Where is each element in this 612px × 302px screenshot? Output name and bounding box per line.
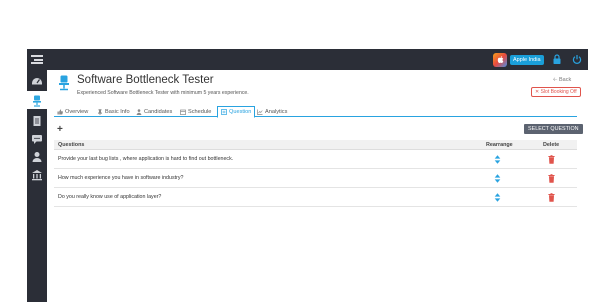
trash-icon[interactable] bbox=[548, 193, 555, 202]
tab-label: Candidates bbox=[144, 108, 173, 115]
question-text: Provide your last bug lists , where appl… bbox=[58, 156, 234, 162]
tab-label: Overview bbox=[65, 108, 89, 115]
question-text: How much experience you have in software… bbox=[58, 175, 184, 181]
bank-icon[interactable] bbox=[31, 169, 43, 181]
trash-icon[interactable] bbox=[548, 155, 555, 164]
power-icon[interactable] bbox=[572, 54, 582, 65]
tab-bar: Overview Basic Info Candidates Schedule … bbox=[54, 106, 577, 118]
company-logo bbox=[493, 52, 507, 67]
times-icon: ✕ bbox=[535, 89, 540, 95]
column-header-questions: Questions bbox=[58, 142, 85, 148]
chair-icon bbox=[59, 75, 69, 91]
person-icon bbox=[136, 108, 142, 115]
page-title: Software Bottleneck Tester bbox=[77, 74, 214, 86]
dashboard-icon[interactable] bbox=[31, 75, 43, 87]
trash-icon[interactable] bbox=[548, 174, 555, 183]
list-icon bbox=[221, 109, 227, 115]
table-header: Questions Rearrange Delete bbox=[54, 140, 577, 150]
chart-icon bbox=[257, 109, 263, 115]
chat-icon[interactable] bbox=[31, 133, 43, 145]
sort-icon[interactable] bbox=[494, 155, 501, 164]
sort-icon[interactable] bbox=[494, 193, 501, 202]
slot-booking-badge[interactable]: ✕ Slot Booking Off bbox=[531, 87, 581, 97]
chair-icon bbox=[33, 95, 41, 107]
table-row: Provide your last bug lists , where appl… bbox=[54, 150, 577, 169]
lock-icon[interactable] bbox=[552, 54, 562, 65]
arrow-left-icon: 🡠 bbox=[553, 77, 558, 83]
tab-label: Analytics bbox=[265, 108, 288, 115]
app-frame: Apple India Software Bottleneck Tester E… bbox=[27, 49, 588, 302]
tab-label: Question bbox=[229, 109, 252, 115]
document-icon[interactable] bbox=[31, 115, 43, 127]
back-label: Back bbox=[559, 77, 572, 83]
tab-question[interactable]: Question bbox=[217, 106, 256, 118]
column-header-delete: Delete bbox=[543, 142, 560, 148]
tab-analytics[interactable]: Analytics bbox=[257, 106, 287, 117]
select-question-button[interactable]: SELECT QUESTION bbox=[524, 124, 583, 134]
tab-overview[interactable]: Overview bbox=[57, 106, 88, 117]
tab-label: Basic Info bbox=[105, 108, 130, 115]
column-header-rearrange: Rearrange bbox=[486, 142, 513, 148]
sidebar-item-jobs[interactable] bbox=[27, 91, 47, 109]
user-icon[interactable] bbox=[31, 151, 43, 163]
pin-icon bbox=[98, 108, 102, 115]
calendar-icon bbox=[180, 109, 186, 115]
top-bar: Apple India bbox=[27, 49, 588, 70]
menu-toggle-icon[interactable] bbox=[31, 55, 43, 64]
add-question-button[interactable]: + bbox=[57, 124, 63, 135]
sidebar bbox=[27, 70, 47, 302]
company-switcher[interactable]: Apple India bbox=[493, 52, 544, 67]
tab-basic-info[interactable]: Basic Info bbox=[97, 106, 130, 117]
tab-schedule[interactable]: Schedule bbox=[180, 106, 211, 117]
tab-candidates[interactable]: Candidates bbox=[136, 106, 172, 117]
back-link[interactable]: 🡠 Back bbox=[553, 76, 571, 85]
sort-icon[interactable] bbox=[494, 174, 501, 183]
table-row: Do you really know use of application la… bbox=[54, 188, 577, 207]
thumb-icon bbox=[57, 108, 63, 114]
tab-label: Schedule bbox=[188, 108, 212, 115]
questions-table: Questions Rearrange Delete Provide your … bbox=[54, 140, 577, 207]
table-row: How much experience you have in software… bbox=[54, 169, 577, 188]
company-name: Apple India bbox=[510, 54, 544, 65]
question-text: Do you really know use of application la… bbox=[58, 194, 162, 200]
job-description: Experienced Software Bottleneck Tester w… bbox=[77, 90, 249, 96]
slot-badge-label: Slot Booking Off bbox=[540, 89, 577, 95]
